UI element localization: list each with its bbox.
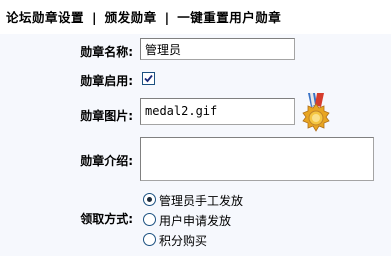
radio-label: 用户申请发放 — [159, 214, 232, 228]
checkmark-icon — [144, 74, 153, 83]
nav-reset-user-medals[interactable]: 一键重置用户勋章 — [177, 10, 281, 25]
nav-medal-settings[interactable]: 论坛勋章设置 — [6, 10, 84, 25]
medal-icon — [302, 93, 330, 132]
nav-award-medal[interactable]: 颁发勋章 — [105, 10, 157, 25]
claim-method-label: 领取方式: — [80, 212, 133, 226]
radio-button[interactable] — [143, 233, 156, 246]
radio-button[interactable] — [143, 213, 156, 226]
radio-label: 管理员手工发放 — [159, 194, 244, 208]
row-medal-image: 勋章图片: medal2.gif — [0, 93, 391, 134]
medal-enabled-checkbox[interactable] — [142, 72, 155, 85]
medal-description-label: 勋章介绍: — [80, 154, 133, 168]
nav-separator: | — [164, 10, 170, 25]
radio-label: 积分购买 — [159, 234, 208, 248]
medal-form: 勋章名称: 管理员 勋章启用: 勋章图片: medal2.gif 勋章介绍: 领… — [0, 34, 391, 256]
nav-separator: | — [92, 10, 97, 25]
row-medal-name: 勋章名称: 管理员 — [0, 34, 391, 67]
row-medal-description: 勋章介绍: — [0, 134, 391, 186]
top-navigation: 论坛勋章设置 | 颁发勋章 | 一键重置用户勋章 — [0, 0, 391, 33]
medal-image-label: 勋章图片: — [80, 109, 133, 123]
row-claim-method: 领取方式: 管理员手工发放 用户申请发放 积分购买 — [0, 186, 391, 256]
medal-name-input[interactable]: 管理员 — [140, 38, 295, 60]
medal-description-textarea[interactable] — [140, 137, 374, 181]
radio-button[interactable] — [143, 193, 156, 206]
medal-enabled-label: 勋章启用: — [80, 74, 133, 88]
medal-image-input[interactable]: medal2.gif — [140, 98, 295, 125]
medal-name-label: 勋章名称: — [80, 45, 133, 59]
row-medal-enabled: 勋章启用: — [0, 67, 391, 95]
